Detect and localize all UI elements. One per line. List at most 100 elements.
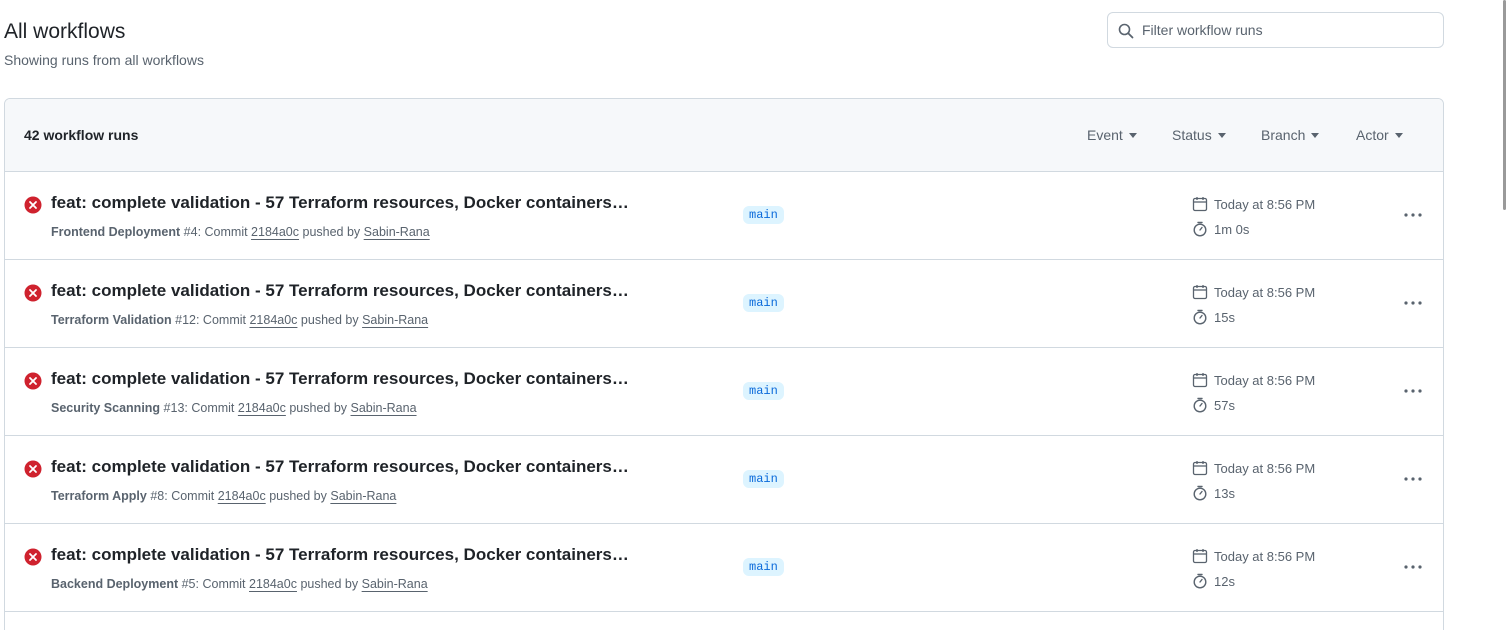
stopwatch-icon xyxy=(1193,221,1207,237)
run-number: #12 xyxy=(175,313,196,327)
run-meta: Frontend Deployment #4: Commit 2184a0c p… xyxy=(51,225,430,239)
workflow-runs-list: 42 workflow runs Event Status Branch Act… xyxy=(4,98,1444,630)
failure-status-icon xyxy=(24,460,42,478)
workflows-page: All workflows Showing runs from all work… xyxy=(0,0,1506,630)
kebab-horizontal-icon xyxy=(1404,301,1422,305)
run-time-text: Today at 8:56 PM xyxy=(1214,196,1316,212)
branch-tag[interactable]: main xyxy=(743,206,784,224)
run-title-link[interactable]: feat: complete validation - 57 Terraform… xyxy=(51,457,629,477)
run-duration-text: 13s xyxy=(1214,485,1235,501)
run-time: Today at 8:56 PM xyxy=(1192,196,1315,212)
run-meta: Terraform Apply #8: Commit 2184a0c pushe… xyxy=(51,489,396,503)
run-duration-text: 57s xyxy=(1214,397,1235,413)
stopwatch-icon xyxy=(1193,397,1207,413)
run-meta: Terraform Validation #12: Commit 2184a0c… xyxy=(51,313,428,327)
calendar-icon xyxy=(1192,549,1208,564)
run-time: Today at 8:56 PM xyxy=(1192,548,1315,564)
run-title-link[interactable]: feat: complete validation - 57 Terraform… xyxy=(51,545,629,565)
actor-link[interactable]: Sabin-Rana xyxy=(364,225,430,239)
failure-status-icon xyxy=(24,284,42,302)
workflow-run-row[interactable]: feat: complete validation - 57 Terraform… xyxy=(5,348,1443,436)
run-number: #13 xyxy=(163,401,185,415)
branch-tag[interactable]: main xyxy=(743,294,784,312)
workflow-run-row[interactable]: feat: complete validation - 57 Terraform… xyxy=(5,260,1443,348)
run-title-link[interactable]: feat: complete validation - 57 Terraform… xyxy=(51,369,629,389)
status-filter-label: Status xyxy=(1172,127,1212,143)
run-actions-button[interactable] xyxy=(1400,206,1426,224)
branch-tag[interactable]: main xyxy=(743,382,784,400)
commit-link[interactable]: 2184a0c xyxy=(238,401,286,415)
workflow-run-row[interactable]: feat: complete validation - 57 Terraform… xyxy=(5,524,1443,612)
filter-runs-search[interactable] xyxy=(1107,12,1444,48)
chevron-down-icon xyxy=(1311,133,1320,138)
run-duration: 13s xyxy=(1192,485,1235,501)
commit-link[interactable]: 2184a0c xyxy=(251,225,299,239)
workflow-run-row[interactable]: feat: complete validation - 57 Terraform… xyxy=(5,436,1443,524)
actor-link[interactable]: Sabin-Rana xyxy=(330,489,396,503)
actor-filter-button[interactable]: Actor xyxy=(1356,127,1403,143)
stopwatch-icon xyxy=(1193,573,1207,589)
run-duration: 1m 0s xyxy=(1192,221,1249,237)
workflow-name: Security Scanning xyxy=(51,401,161,415)
actor-link[interactable]: Sabin-Rana xyxy=(362,313,428,327)
workflow-run-row[interactable]: feat: complete validation - 57 Terraform… xyxy=(5,172,1443,260)
calendar-icon xyxy=(1192,461,1208,476)
page-subtitle: Showing runs from all workflows xyxy=(4,52,204,68)
commit-link[interactable]: 2184a0c xyxy=(218,489,266,503)
actor-link[interactable]: Sabin-Rana xyxy=(351,401,417,415)
commit-prefix: : Commit xyxy=(195,577,246,591)
run-time-text: Today at 8:56 PM xyxy=(1214,460,1316,476)
run-time: Today at 8:56 PM xyxy=(1192,372,1315,388)
search-icon xyxy=(1118,23,1134,39)
kebab-horizontal-icon xyxy=(1404,565,1422,569)
run-meta: Backend Deployment #5: Commit 2184a0c pu… xyxy=(51,577,428,591)
actor-link[interactable]: Sabin-Rana xyxy=(362,577,428,591)
branch-tag[interactable]: main xyxy=(743,558,784,576)
commit-prefix: : Commit xyxy=(195,313,246,327)
run-actions-button[interactable] xyxy=(1400,470,1426,488)
pushed-by-text: pushed by xyxy=(289,401,348,415)
branch-filter-label: Branch xyxy=(1261,127,1306,143)
event-filter-button[interactable]: Event xyxy=(1087,127,1137,143)
commit-prefix: : Commit xyxy=(164,489,215,503)
commit-link[interactable]: 2184a0c xyxy=(249,577,297,591)
event-filter-label: Event xyxy=(1087,127,1123,143)
branch-filter-button[interactable]: Branch xyxy=(1261,127,1320,143)
run-title-link[interactable]: feat: complete validation - 57 Terraform… xyxy=(51,193,629,213)
stopwatch-icon xyxy=(1193,485,1207,501)
failure-status-icon xyxy=(24,196,42,214)
status-filter-button[interactable]: Status xyxy=(1172,127,1226,143)
run-time-text: Today at 8:56 PM xyxy=(1214,372,1316,388)
pushed-by-text: pushed by xyxy=(302,225,361,239)
pushed-by-text: pushed by xyxy=(300,577,359,591)
runs-count: 42 workflow runs xyxy=(24,127,139,143)
run-duration: 12s xyxy=(1192,573,1235,589)
actor-filter-label: Actor xyxy=(1356,127,1389,143)
calendar-icon xyxy=(1192,373,1208,388)
run-title-link[interactable]: feat: complete validation - 57 Terraform… xyxy=(51,281,629,301)
calendar-icon xyxy=(1192,197,1208,212)
commit-prefix: : Commit xyxy=(197,225,248,239)
kebab-horizontal-icon xyxy=(1404,477,1422,481)
chevron-down-icon xyxy=(1217,133,1226,138)
run-time-text: Today at 8:56 PM xyxy=(1214,284,1316,300)
chevron-down-icon xyxy=(1128,133,1137,138)
run-actions-button[interactable] xyxy=(1400,558,1426,576)
failure-status-icon xyxy=(24,548,42,566)
workflow-name: Frontend Deployment xyxy=(51,225,181,239)
kebab-horizontal-icon xyxy=(1404,213,1422,217)
run-number: #8 xyxy=(150,489,165,503)
stopwatch-icon xyxy=(1193,309,1207,325)
run-duration-text: 15s xyxy=(1214,309,1235,325)
run-time: Today at 8:56 PM xyxy=(1192,460,1315,476)
run-actions-button[interactable] xyxy=(1400,294,1426,312)
run-actions-button[interactable] xyxy=(1400,382,1426,400)
branch-tag[interactable]: main xyxy=(743,470,784,488)
filter-runs-input[interactable] xyxy=(1142,13,1432,47)
commit-link[interactable]: 2184a0c xyxy=(249,313,297,327)
chevron-down-icon xyxy=(1394,133,1403,138)
workflow-name: Backend Deployment xyxy=(51,577,179,591)
run-meta: Security Scanning #13: Commit 2184a0c pu… xyxy=(51,401,417,415)
run-number: #5 xyxy=(181,577,196,591)
page-title: All workflows xyxy=(4,20,126,43)
